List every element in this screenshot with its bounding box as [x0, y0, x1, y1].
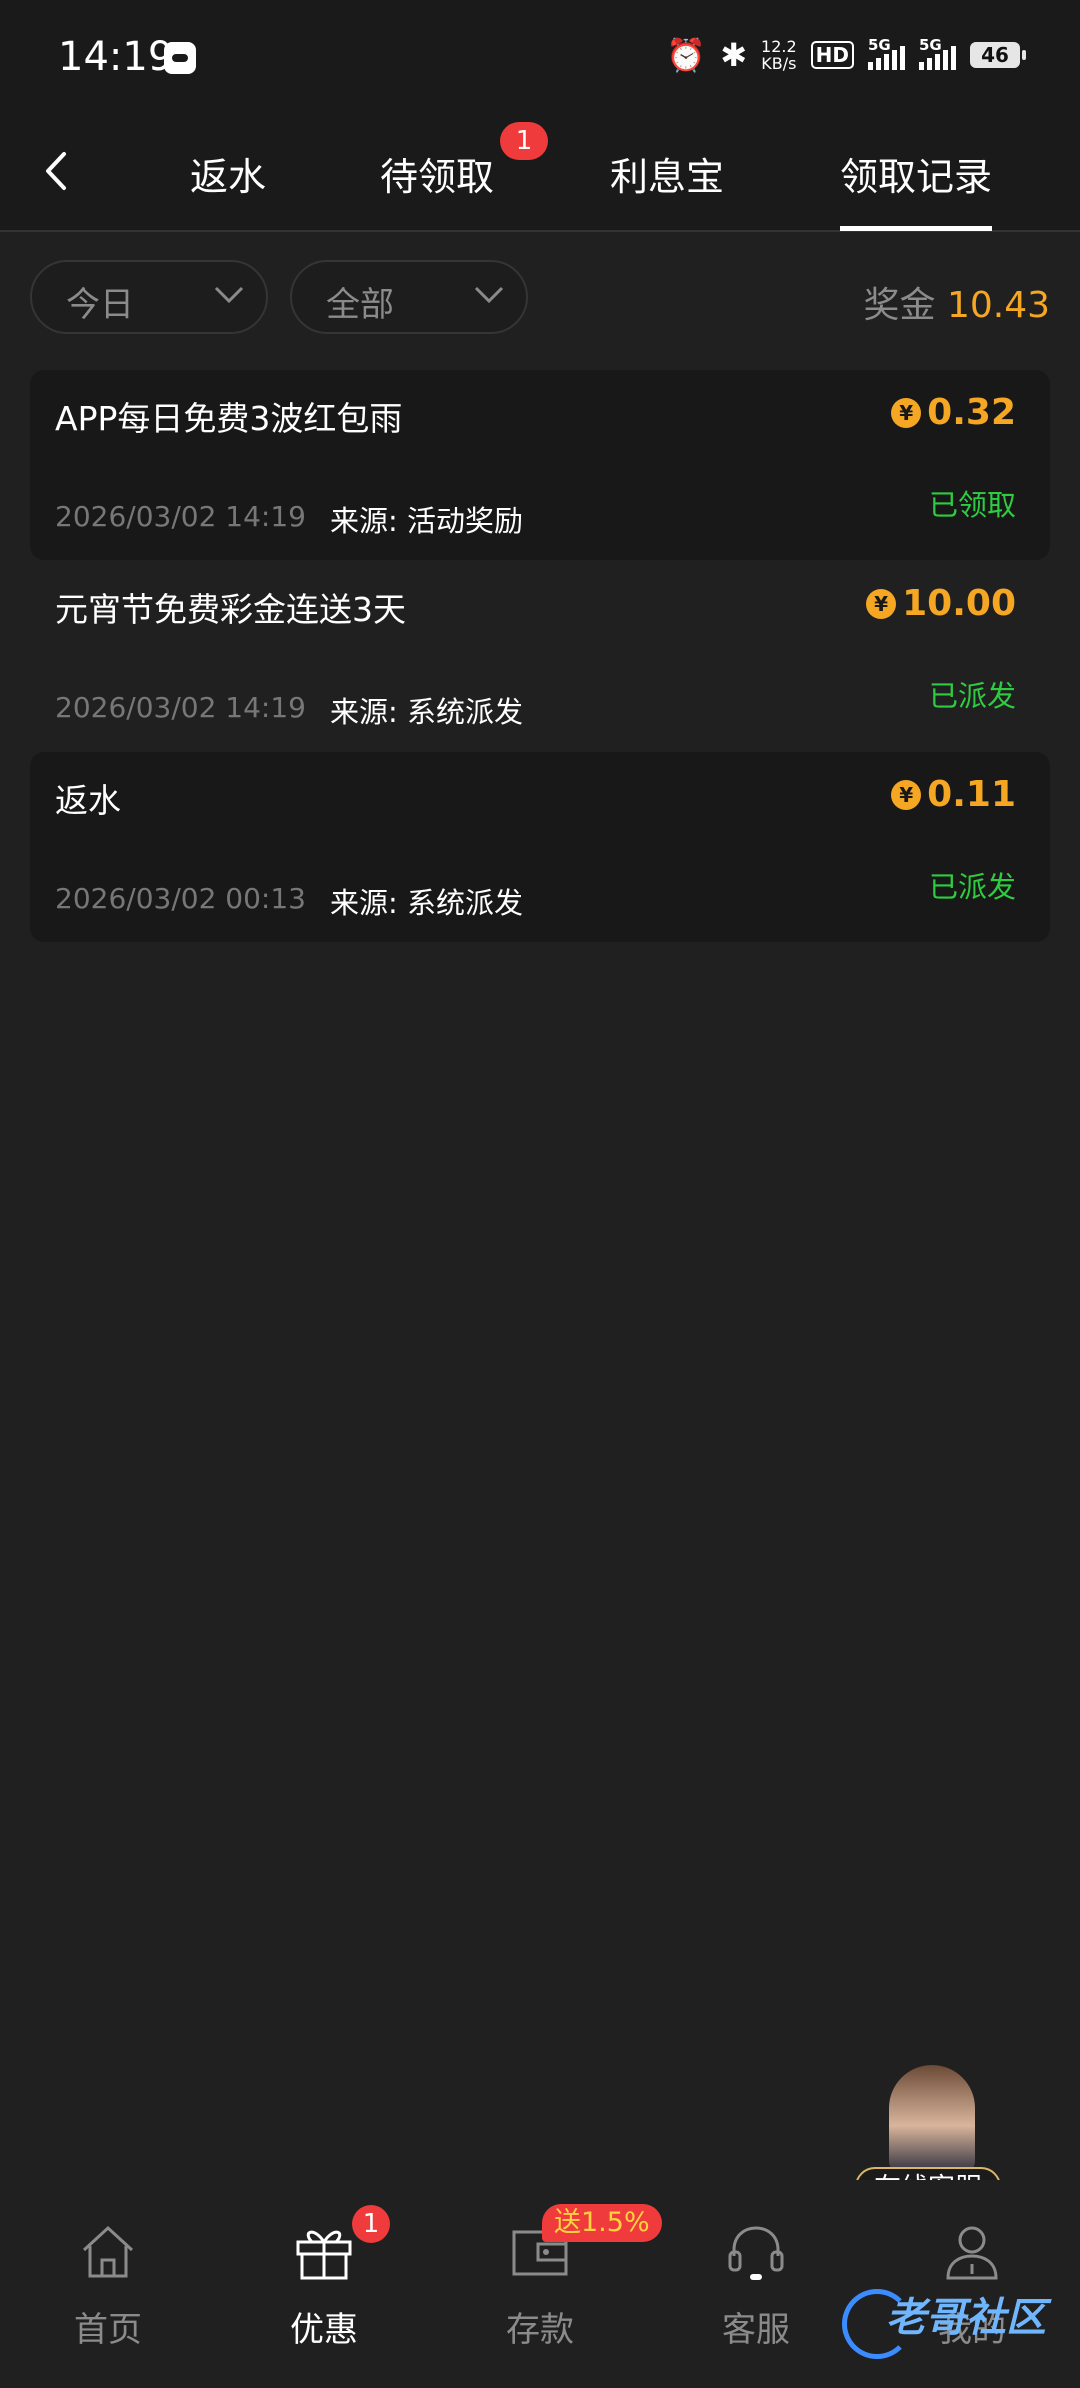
gift-icon [296, 2230, 352, 2280]
record-card[interactable]: APP每日免费3波红包雨 ¥ 0.32 2026/03/02 14:19 来源:… [30, 370, 1050, 560]
tab-claim-records[interactable]: 领取记录 [840, 146, 993, 231]
bottom-nav: 首页 1 优惠 送1.5% 存款 客服 我的 [0, 2180, 1080, 2388]
headset-icon [728, 2226, 784, 2280]
bluetooth-icon: ✱ [720, 36, 748, 74]
alarm-icon: ⏰ [666, 36, 707, 74]
app-notification-icon [164, 42, 196, 74]
record-amount: ¥ 0.11 [891, 774, 1016, 815]
status-icons: ⏰ ✱ 12.2 KB/s HD 5G 5G 46 [666, 36, 1026, 74]
tab-interest[interactable]: 利息宝 [610, 146, 724, 201]
bonus-total: 奖金 10.43 [863, 285, 1050, 326]
signal-icon: 5G [868, 36, 905, 70]
record-date: 2026/03/02 00:13 [55, 882, 306, 915]
signal-icon-2: 5G [919, 36, 956, 70]
record-title: 元宵节免费彩金连送3天 [55, 590, 406, 629]
yuan-coin-icon: ¥ [866, 588, 897, 619]
customer-service-avatar [889, 2065, 975, 2175]
record-status: 已派发 [928, 870, 1016, 904]
record-amount: ¥ 10.00 [866, 583, 1016, 624]
back-arrow-icon[interactable] [38, 146, 78, 196]
hd-voice-icon: HD [810, 41, 854, 69]
bottom-nav-support[interactable]: 客服 [676, 2180, 836, 2388]
network-speed: 12.2 KB/s [761, 37, 797, 73]
tab-rebate[interactable]: 返水 [190, 146, 266, 201]
tab-pending[interactable]: 待领取 [380, 146, 494, 201]
status-bar: 14:19 ⏰ ✱ 12.2 KB/s HD 5G 5G 46 [0, 0, 1080, 110]
filter-row: 今日 全部 奖金 10.43 [0, 260, 1080, 338]
record-date: 2026/03/02 14:19 [55, 691, 306, 724]
promotions-badge: 1 [352, 2205, 390, 2243]
chevron-down-icon [474, 286, 504, 304]
user-icon [946, 2226, 998, 2280]
top-nav: 返水 待领取 1 利息宝 领取记录 [0, 110, 1080, 232]
record-card[interactable]: 返水 ¥ 0.11 2026/03/02 00:13 来源: 系统派发 已派发 [30, 752, 1050, 942]
bonus-amount: 10.43 [946, 285, 1050, 326]
record-status: 已派发 [928, 679, 1016, 713]
bottom-nav-deposit[interactable]: 送1.5% 存款 [460, 2180, 662, 2388]
bottom-nav-home[interactable]: 首页 [28, 2180, 188, 2388]
yuan-coin-icon: ¥ [891, 779, 922, 810]
record-title: APP每日免费3波红包雨 [55, 399, 403, 438]
chevron-down-icon [214, 286, 244, 304]
yuan-coin-icon: ¥ [891, 397, 922, 428]
bottom-nav-promotions[interactable]: 1 优惠 [244, 2180, 404, 2388]
bottom-nav-profile[interactable]: 我的 [892, 2180, 1052, 2388]
type-filter-dropdown[interactable]: 全部 [290, 260, 528, 334]
record-source: 来源: 系统派发 [330, 695, 523, 729]
status-time: 14:19 [58, 34, 174, 80]
record-date: 2026/03/02 14:19 [55, 500, 306, 533]
deposit-promo-badge: 送1.5% [542, 2204, 662, 2242]
pending-badge: 1 [500, 122, 548, 160]
record-source: 来源: 系统派发 [330, 886, 523, 920]
record-title: 返水 [55, 781, 121, 820]
watermark-logo: 老哥社区 [842, 2285, 1062, 2359]
date-filter-dropdown[interactable]: 今日 [30, 260, 268, 334]
record-amount: ¥ 0.32 [891, 392, 1016, 433]
record-card[interactable]: 元宵节免费彩金连送3天 ¥ 10.00 2026/03/02 14:19 来源:… [30, 561, 1050, 751]
battery-icon: 46 [970, 42, 1026, 68]
record-status: 已领取 [928, 488, 1016, 522]
record-source: 来源: 活动奖励 [330, 504, 523, 538]
home-icon [82, 2225, 134, 2278]
